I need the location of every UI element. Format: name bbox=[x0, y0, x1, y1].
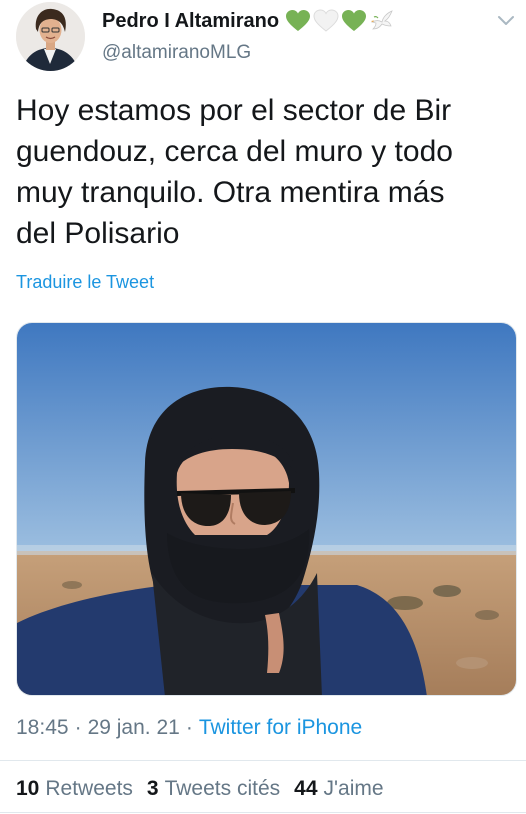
tweet-text: Hoy estamos por el sector de Bir guendou… bbox=[16, 94, 453, 250]
dove-icon bbox=[370, 10, 393, 30]
avatar-image bbox=[16, 2, 85, 71]
quotes-count: 3 bbox=[146, 777, 159, 800]
retweets-stat[interactable]: 10 Retweets bbox=[16, 777, 133, 801]
author-avatar[interactable] bbox=[16, 2, 85, 71]
author-name-row[interactable]: Pedro I Altamirano bbox=[102, 8, 395, 34]
tweet-photo-image bbox=[17, 323, 516, 695]
meta-separator: · bbox=[185, 716, 193, 739]
quotes-stat[interactable]: 3 Tweets cités bbox=[147, 777, 280, 801]
meta-separator: · bbox=[74, 716, 82, 739]
likes-count: 44 bbox=[294, 777, 318, 800]
stats-divider-bottom bbox=[0, 812, 526, 813]
likes-stat[interactable]: 44 J'aime bbox=[294, 777, 383, 801]
author-handle[interactable]: @altamiranoMLG bbox=[102, 42, 251, 64]
likes-label: J'aime bbox=[323, 777, 384, 800]
green-heart-icon bbox=[342, 10, 367, 31]
translate-tweet-link[interactable]: Traduire le Tweet bbox=[16, 272, 154, 293]
tweet-time[interactable]: 18:45 bbox=[16, 716, 69, 740]
white-heart-icon bbox=[313, 9, 339, 32]
name-emojis bbox=[285, 8, 395, 34]
stats-divider-top bbox=[0, 760, 526, 761]
author-display-name[interactable]: Pedro I Altamirano bbox=[102, 10, 279, 33]
chevron-down-icon[interactable] bbox=[496, 10, 516, 30]
green-heart-icon bbox=[286, 10, 311, 31]
tweet-meta: 18:45 · 29 jan. 21 · Twitter for iPhone bbox=[16, 716, 362, 740]
retweets-label: Retweets bbox=[45, 777, 133, 800]
quotes-label: Tweets cités bbox=[164, 777, 281, 800]
tweet-source-link[interactable]: Twitter for iPhone bbox=[199, 716, 362, 740]
tweet-detail: Pedro I Altamirano @altamiranoMLG Hoy es… bbox=[0, 0, 526, 814]
tweet-date[interactable]: 29 jan. 21 bbox=[88, 716, 180, 740]
tweet-stats: 10 Retweets 3 Tweets cités 44 J'aime bbox=[16, 777, 398, 801]
tweet-photo[interactable] bbox=[16, 322, 517, 696]
retweets-count: 10 bbox=[16, 777, 40, 800]
